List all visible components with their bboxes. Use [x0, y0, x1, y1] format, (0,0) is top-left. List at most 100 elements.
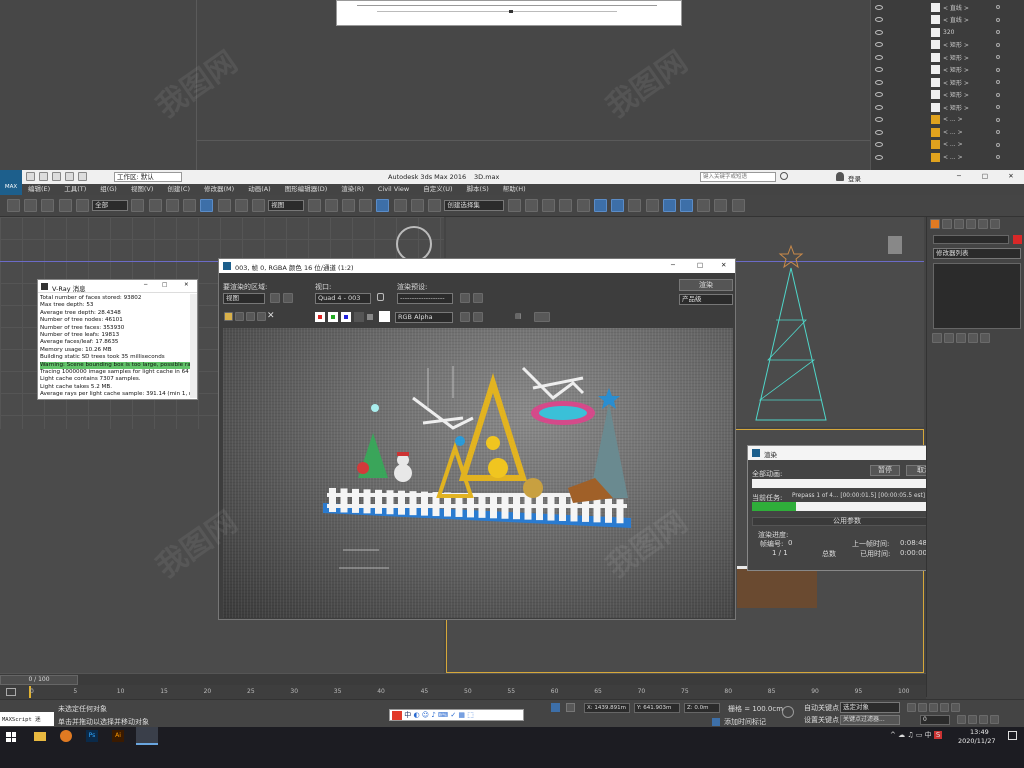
zoom-all-icon[interactable]	[968, 715, 977, 724]
ribbon-icon[interactable]	[559, 199, 573, 212]
windows-start-icon[interactable]	[6, 732, 16, 742]
layer-row[interactable]: < ... >	[871, 126, 1024, 139]
freeze-dot-icon[interactable]	[996, 117, 1000, 122]
absolute-mode-icon[interactable]	[566, 703, 575, 712]
auto-key-button[interactable]: 自动关键点	[804, 703, 839, 713]
visibility-eye-icon[interactable]	[875, 42, 883, 48]
clone-window-icon[interactable]	[246, 312, 255, 321]
freeze-dot-icon[interactable]	[996, 55, 1000, 60]
new-file-icon[interactable]	[26, 172, 35, 181]
render-setup-icon[interactable]	[628, 199, 642, 212]
close-button[interactable]: ✕	[1006, 172, 1016, 182]
menu-item[interactable]: Civil View	[378, 185, 409, 193]
percent-snap-icon[interactable]	[393, 199, 407, 212]
minimize-button[interactable]: ─	[671, 261, 675, 269]
layer-row[interactable]: < 矩形 >	[871, 39, 1024, 52]
display-tab-icon[interactable]	[978, 219, 988, 229]
clear-icon[interactable]: ✕	[267, 311, 275, 321]
track-bar[interactable]: 0 5 10 15 20 25 30 35 40 45 50 55 60 65 70 75 80 85 90 95 10…	[0, 685, 926, 699]
render-button[interactable]: 渲染	[679, 279, 733, 291]
render-activeshade-icon[interactable]	[714, 199, 728, 212]
current-frame-field[interactable]: 0	[920, 715, 950, 725]
region-select-icon[interactable]	[165, 199, 179, 212]
lock-icon[interactable]	[377, 293, 384, 301]
mono-button[interactable]	[367, 314, 373, 320]
undo-icon[interactable]	[65, 172, 75, 181]
layer-row[interactable]: < 矩形 >	[871, 51, 1024, 64]
display-toggle-icon[interactable]	[460, 312, 470, 322]
clock-date[interactable]: 2020/11/27	[958, 737, 995, 745]
freeze-dot-icon[interactable]	[996, 5, 1000, 10]
keyboard-shortcut-icon[interactable]	[341, 199, 355, 212]
redo-icon[interactable]	[78, 172, 88, 181]
visibility-eye-icon[interactable]	[875, 129, 883, 135]
vray-log[interactable]: Total number of faces stored: 93802 Max t…	[40, 295, 190, 399]
clock-time[interactable]: 13:49	[970, 728, 989, 736]
redo-icon[interactable]	[24, 199, 38, 212]
selection-filter-dropdown[interactable]: 全部	[92, 200, 129, 211]
maximize-button[interactable]: □	[697, 261, 703, 269]
preset-dropdown[interactable]: -------------------	[397, 293, 453, 304]
fill-icon[interactable]	[473, 312, 483, 322]
menu-item[interactable]: 工具(T)	[64, 185, 86, 193]
layer-row[interactable]: < ... >	[871, 139, 1024, 152]
layer-row[interactable]: < 矩形 >	[871, 64, 1024, 77]
menu-item[interactable]: 帮助(H)	[503, 185, 526, 193]
environment-icon[interactable]	[473, 293, 483, 303]
modifier-stack[interactable]	[933, 263, 1021, 329]
illustrator-icon[interactable]: Ai	[112, 730, 124, 742]
notifications-icon[interactable]	[1008, 731, 1017, 740]
print-icon[interactable]	[257, 312, 266, 321]
selected-object-dropdown[interactable]: 选定对象	[840, 702, 900, 713]
goto-end-icon[interactable]	[951, 703, 960, 712]
spinner-snap-icon[interactable]	[410, 199, 424, 212]
search-input[interactable]	[700, 172, 776, 182]
pause-button[interactable]: 暂停	[870, 465, 900, 476]
zoom-icon[interactable]	[957, 715, 966, 724]
visibility-eye-icon[interactable]	[875, 154, 883, 160]
area-dropdown[interactable]: 视图	[223, 293, 265, 304]
open-file-icon[interactable]	[39, 172, 49, 181]
visibility-eye-icon[interactable]	[875, 54, 883, 60]
next-frame-icon[interactable]	[940, 703, 949, 712]
select-by-name-icon[interactable]	[148, 199, 162, 212]
object-name-field[interactable]	[933, 235, 1009, 244]
viewport-dropdown[interactable]: Quad 4 - 003	[315, 293, 371, 304]
select-rotate-icon[interactable]	[217, 199, 231, 212]
info-icon[interactable]: ▤	[515, 312, 522, 320]
frame-spinner[interactable]	[534, 312, 550, 322]
save-image-icon[interactable]	[224, 312, 233, 321]
layer-row[interactable]: < ... >	[871, 114, 1024, 127]
edit-named-selection-icon[interactable]	[428, 199, 442, 212]
render-setup-icon[interactable]	[460, 293, 470, 303]
freeze-dot-icon[interactable]	[996, 17, 1000, 22]
file-explorer-icon[interactable]	[34, 732, 46, 741]
max-logo-button[interactable]: MAX	[0, 170, 22, 196]
pivot-center-icon[interactable]	[307, 199, 321, 212]
green-channel-button[interactable]	[328, 312, 338, 322]
modify-tab-icon[interactable]	[942, 219, 952, 229]
ime-language[interactable]: 中	[404, 711, 411, 719]
menu-item[interactable]: 创建(C)	[167, 185, 190, 193]
render-cloud-icon[interactable]	[731, 199, 745, 212]
menu-item[interactable]: 渲染(R)	[341, 185, 364, 193]
freeze-dot-icon[interactable]	[996, 142, 1000, 147]
copy-image-icon[interactable]	[235, 312, 244, 321]
common-params-rollout[interactable]: 公用参数	[752, 517, 942, 526]
freeze-dot-icon[interactable]	[996, 92, 1000, 97]
channel-dropdown[interactable]: RGB Alpha	[395, 312, 453, 323]
freeze-dot-icon[interactable]	[996, 105, 1000, 110]
x-coordinate[interactable]: X: 1439.891m	[584, 703, 630, 713]
previous-frame-icon[interactable]	[918, 703, 927, 712]
login-link[interactable]: 登录	[848, 173, 861, 183]
system-tray[interactable]: ^ ☁ ♫ ▭ 中 S	[890, 730, 943, 740]
link-icon[interactable]	[41, 199, 55, 212]
render-mode-dropdown[interactable]: 产品级	[679, 294, 733, 305]
menu-item[interactable]: 视图(V)	[131, 185, 154, 193]
layer-manager-icon[interactable]	[542, 199, 556, 212]
layer-row[interactable]: < 直线 >	[871, 1, 1024, 14]
snap-toggle-icon[interactable]	[359, 199, 373, 212]
menu-item[interactable]: 组(G)	[100, 185, 117, 193]
time-slider-thumb[interactable]: 0 / 100	[0, 675, 78, 685]
layer-row[interactable]: < 矩形 >	[871, 101, 1024, 114]
